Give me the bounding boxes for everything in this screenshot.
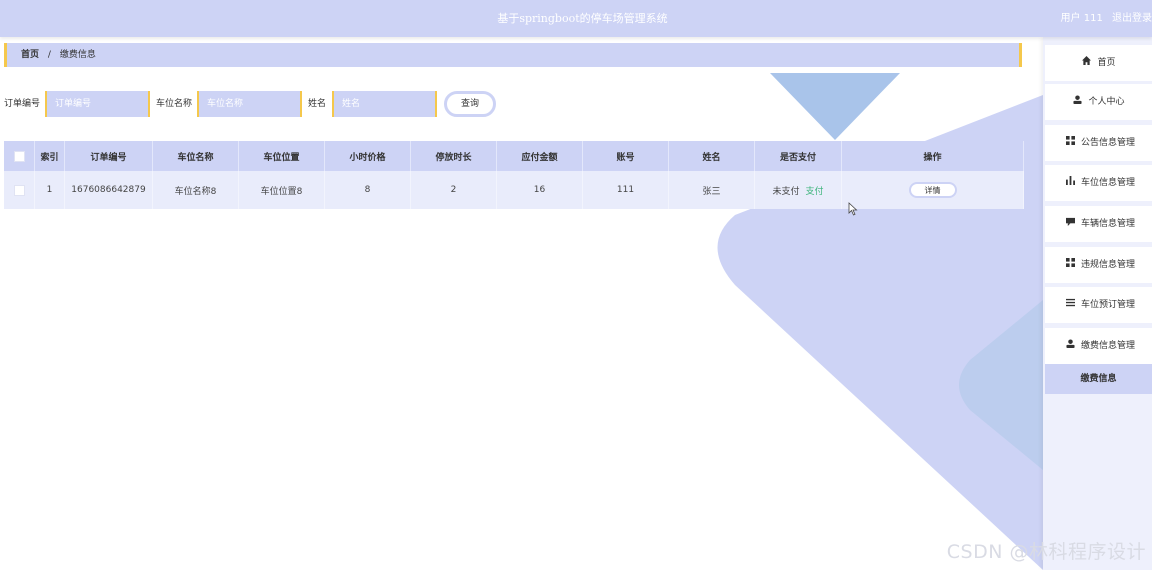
row-checkbox[interactable] <box>13 184 25 196</box>
name-label: 姓名 <box>308 99 327 109</box>
cell-order-no: 1676086642879 <box>64 171 153 209</box>
row-select-cell <box>4 171 35 209</box>
cell-index: 1 <box>34 171 65 209</box>
cell-name: 张三 <box>668 171 755 209</box>
chat-icon <box>1065 206 1075 242</box>
breadcrumb-home[interactable]: 首页 <box>21 50 39 60</box>
user-label: 用户 111 <box>1060 13 1103 24</box>
cell-amount: 16 <box>496 171 583 209</box>
logout-link[interactable]: 退出登录 <box>1112 13 1152 24</box>
payment-table: 索引 订单编号 车位名称 车位位置 小时价格 停放时长 应付金额 账号 姓名 是… <box>4 141 1024 209</box>
order-no-label: 订单编号 <box>4 99 41 109</box>
sidebar-item-label: 违规信息管理 <box>1081 260 1136 270</box>
top-bar: 基于springboot的停车场管理系统 用户 111 退出登录 <box>0 0 1152 37</box>
breadcrumb-separator: / <box>47 50 51 60</box>
sidebar: 首页 个人中心 公告信息管理 车位信息管理 车辆信息管理 违规信息管理 车位预订… <box>1043 37 1152 570</box>
query-button[interactable]: 查询 <box>444 91 496 117</box>
sidebar-subitem-payment-info[interactable]: 缴费信息 <box>1045 364 1152 394</box>
paid-status-text: 未支付 <box>772 186 800 197</box>
user-icon <box>1072 84 1082 120</box>
col-header: 是否支付 <box>754 141 842 171</box>
sidebar-item-vehicle[interactable]: 车辆信息管理 <box>1045 206 1152 242</box>
cell-account: 111 <box>582 171 669 209</box>
sidebar-item-label: 缴费信息管理 <box>1081 341 1136 351</box>
col-header: 操作 <box>841 141 1024 171</box>
col-header: 订单编号 <box>64 141 153 171</box>
user-icon <box>1065 328 1075 364</box>
background-decoration <box>717 73 1043 570</box>
col-header: 应付金额 <box>496 141 583 171</box>
breadcrumb-current: 缴费信息 <box>59 50 96 60</box>
col-header: 车位位置 <box>238 141 325 171</box>
sidebar-item-profile[interactable]: 个人中心 <box>1045 84 1152 120</box>
table-row: 1 1676086642879 车位名称8 车位位置8 8 2 16 111 张… <box>4 171 1024 209</box>
list-icon <box>1065 287 1075 323</box>
detail-button[interactable]: 详情 <box>908 182 957 198</box>
sidebar-item-payment[interactable]: 缴费信息管理 <box>1045 328 1152 364</box>
sidebar-item-label: 公告信息管理 <box>1081 138 1136 148</box>
cell-paid-status: 未支付 支付 <box>754 171 842 209</box>
sidebar-item-home[interactable]: 首页 <box>1045 45 1152 81</box>
cell-space-name: 车位名称8 <box>152 171 239 209</box>
grid-icon <box>1065 125 1075 161</box>
col-header: 车位名称 <box>152 141 239 171</box>
sidebar-item-parking-space[interactable]: 车位信息管理 <box>1045 165 1152 201</box>
sidebar-item-label: 车位信息管理 <box>1081 178 1136 188</box>
sidebar-item-reservation[interactable]: 车位预订管理 <box>1045 287 1152 323</box>
watermark: CSDN @林科程序设计 <box>946 541 1146 563</box>
pay-link[interactable]: 支付 <box>806 187 824 197</box>
sidebar-item-label: 首页 <box>1097 58 1116 68</box>
col-header: 姓名 <box>668 141 755 171</box>
space-name-label: 车位名称 <box>156 99 193 109</box>
cell-hour-price: 8 <box>324 171 411 209</box>
bar-chart-icon <box>1065 165 1075 201</box>
sidebar-item-label: 车辆信息管理 <box>1081 219 1136 229</box>
sidebar-item-label: 个人中心 <box>1088 97 1125 107</box>
table-header-row: 索引 订单编号 车位名称 车位位置 小时价格 停放时长 应付金额 账号 姓名 是… <box>4 141 1024 171</box>
cell-space-location: 车位位置8 <box>238 171 325 209</box>
breadcrumb: 首页 / 缴费信息 <box>4 43 1022 67</box>
select-all-header <box>4 141 35 171</box>
sidebar-item-notice[interactable]: 公告信息管理 <box>1045 125 1152 161</box>
col-header: 索引 <box>34 141 65 171</box>
mouse-cursor-icon <box>848 202 858 219</box>
app-title: 基于springboot的停车场管理系统 <box>497 12 668 25</box>
cell-duration: 2 <box>410 171 497 209</box>
select-all-checkbox[interactable] <box>13 150 25 162</box>
col-header: 账号 <box>582 141 669 171</box>
grid-icon <box>1065 247 1075 283</box>
order-no-input[interactable] <box>45 91 150 117</box>
name-input[interactable] <box>332 91 437 117</box>
cell-actions: 详情 <box>841 171 1024 209</box>
home-icon <box>1081 45 1091 81</box>
col-header: 停放时长 <box>410 141 497 171</box>
sidebar-item-violation[interactable]: 违规信息管理 <box>1045 247 1152 283</box>
space-name-input[interactable] <box>197 91 302 117</box>
col-header: 小时价格 <box>324 141 411 171</box>
sidebar-item-label: 车位预订管理 <box>1081 300 1136 310</box>
user-area: 用户 111 退出登录 <box>1061 0 1152 37</box>
